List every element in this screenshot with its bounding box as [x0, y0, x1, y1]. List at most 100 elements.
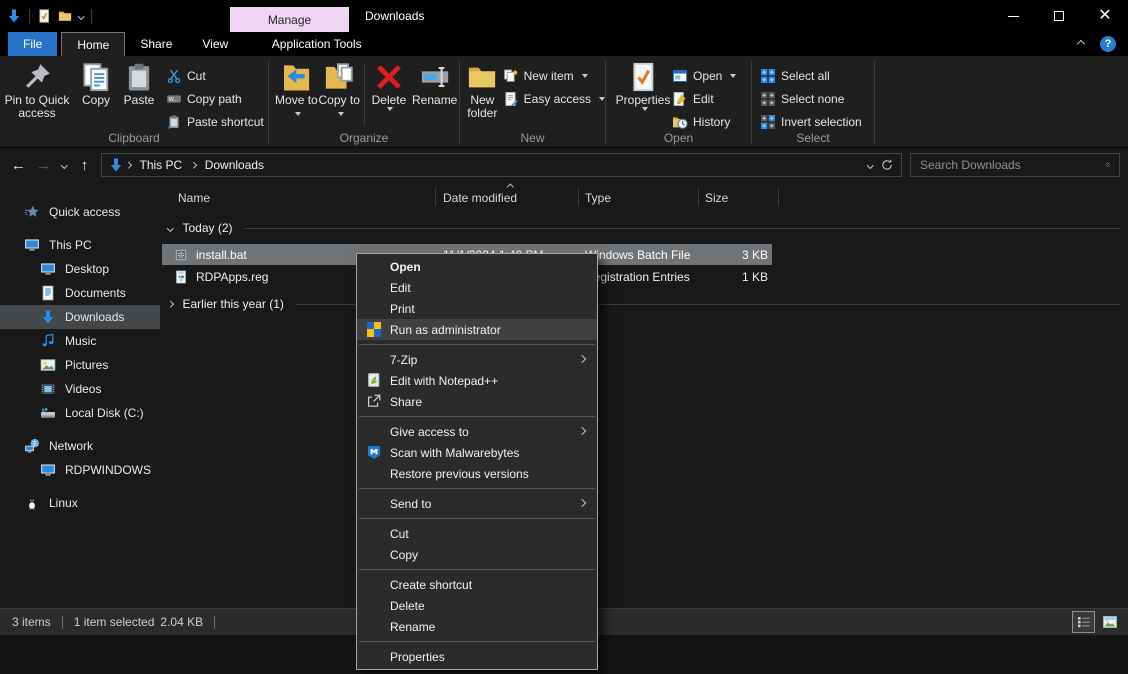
column-divider[interactable]	[578, 188, 579, 206]
registry-file-icon	[174, 270, 188, 284]
sidebar-item-label: Linux	[49, 496, 78, 510]
column-header-type[interactable]: Type	[585, 191, 611, 205]
sidebar-item-local-disk-c[interactable]: Local Disk (C:)	[0, 401, 160, 425]
collapse-ribbon-icon[interactable]	[1077, 40, 1085, 48]
paste-label: Paste	[124, 94, 155, 107]
sidebar-item-network[interactable]: Network	[0, 434, 160, 458]
group-header-today[interactable]: Today (2)	[160, 218, 1120, 238]
group-collapse-icon[interactable]	[167, 225, 173, 231]
invert-selection-button[interactable]: Invert selection	[760, 111, 862, 133]
menu-item-scan-with-malwarebytes[interactable]: Scan with Malwarebytes	[357, 442, 597, 463]
qat-customize-chevron-icon[interactable]	[78, 13, 84, 19]
group-expand-icon[interactable]	[167, 301, 173, 307]
menu-item-open[interactable]: Open	[357, 256, 597, 277]
search-input[interactable]	[911, 158, 1105, 172]
tab-home[interactable]: Home	[61, 32, 125, 56]
cut-button[interactable]: Cut	[166, 65, 264, 87]
copy-to-icon	[324, 62, 354, 92]
sidebar-item-linux[interactable]: Linux	[0, 491, 160, 515]
breadcrumb-downloads[interactable]: Downloads	[198, 158, 271, 172]
tab-view[interactable]: View	[187, 32, 243, 56]
up-button[interactable]: ↑	[72, 153, 97, 177]
ribbon-group-select: Select all Select none Invert selection …	[752, 56, 874, 147]
select-all-button[interactable]: Select all	[760, 65, 862, 87]
sidebar-item-music[interactable]: Music	[0, 329, 160, 353]
file-type: Registration Entries	[585, 266, 690, 287]
videos-icon	[40, 381, 56, 397]
back-arrow-icon: ←	[11, 157, 26, 174]
menu-item-edit-with-notepadpp[interactable]: Edit with Notepad++	[357, 370, 597, 391]
ribbon-tab-row: File Home Share View Application Tools ?	[0, 32, 1128, 56]
menu-item-create-shortcut[interactable]: Create shortcut	[357, 574, 597, 595]
address-dropdown-icon[interactable]	[867, 162, 873, 168]
tab-file[interactable]: File	[8, 32, 57, 56]
sidebar-item-label: Quick access	[49, 205, 120, 219]
qat-new-folder-icon[interactable]	[58, 9, 72, 23]
sidebar-item-rdpwindows[interactable]: RDPWINDOWS	[0, 458, 160, 482]
breadcrumb-this-pc[interactable]: This PC	[133, 158, 190, 172]
details-view-button[interactable]	[1072, 611, 1095, 633]
menu-item-run-as-administrator[interactable]: Run as administrator	[357, 319, 597, 340]
menu-item-7zip[interactable]: 7-Zip	[357, 349, 597, 370]
sidebar-item-this-pc[interactable]: This PC	[0, 233, 160, 257]
new-item-label: New item	[524, 69, 574, 83]
menu-item-give-access-to[interactable]: Give access to	[357, 421, 597, 442]
paste-shortcut-label: Paste shortcut	[187, 115, 264, 129]
menu-item-restore-previous-versions[interactable]: Restore previous versions	[357, 463, 597, 484]
recent-locations-button[interactable]	[56, 163, 72, 168]
manage-contextual-tab-header[interactable]: Manage	[230, 7, 349, 32]
history-button[interactable]: History	[672, 111, 736, 133]
column-header-name[interactable]: Name	[178, 191, 210, 205]
pictures-icon	[40, 357, 56, 373]
sidebar-item-videos[interactable]: Videos	[0, 377, 160, 401]
menu-item-print[interactable]: Print	[357, 298, 597, 319]
menu-item-rename[interactable]: Rename	[357, 616, 597, 637]
large-icons-view-button[interactable]	[1098, 611, 1121, 633]
menu-item-copy[interactable]: Copy	[357, 544, 597, 565]
address-bar[interactable]: This PC Downloads	[101, 153, 902, 177]
sidebar-item-quick-access[interactable]: Quick access	[0, 200, 160, 224]
sidebar-item-documents[interactable]: Documents	[0, 281, 160, 305]
column-divider[interactable]	[435, 188, 436, 206]
column-header-size[interactable]: Size	[705, 191, 728, 205]
column-divider[interactable]	[698, 188, 699, 206]
menu-item-properties[interactable]: Properties	[357, 646, 597, 667]
menu-item-cut[interactable]: Cut	[357, 523, 597, 544]
maximize-button[interactable]	[1036, 0, 1082, 32]
select-none-button[interactable]: Select none	[760, 88, 862, 110]
column-header-date-modified[interactable]: Date modified	[443, 191, 517, 205]
forward-button[interactable]: →	[31, 153, 56, 177]
edit-button[interactable]: Edit	[672, 88, 736, 110]
tab-application-tools[interactable]: Application Tools	[257, 32, 376, 56]
tab-share[interactable]: Share	[125, 32, 187, 56]
minimize-button[interactable]	[990, 0, 1036, 32]
open-button[interactable]: Open	[672, 65, 736, 87]
breadcrumb-chevron-icon[interactable]	[125, 162, 131, 168]
menu-item-label: Scan with Malwarebytes	[390, 446, 519, 460]
menu-item-edit[interactable]: Edit	[357, 277, 597, 298]
back-button[interactable]: ←	[6, 153, 31, 177]
refresh-icon[interactable]	[880, 158, 894, 172]
sidebar-item-downloads[interactable]: Downloads	[0, 305, 160, 329]
new-item-button[interactable]: New item	[503, 65, 605, 87]
copy-path-button[interactable]: Copy path	[166, 88, 264, 110]
delete-label: Delete	[372, 94, 407, 107]
menu-item-delete[interactable]: Delete	[357, 595, 597, 616]
app-downloads-icon	[6, 8, 22, 24]
column-divider[interactable]	[778, 188, 779, 206]
close-button[interactable]: ✕	[1082, 0, 1128, 32]
menu-item-send-to[interactable]: Send to	[357, 493, 597, 514]
sidebar-item-desktop[interactable]: Desktop	[0, 257, 160, 281]
sidebar-item-pictures[interactable]: Pictures	[0, 353, 160, 377]
breadcrumb-chevron-icon[interactable]	[190, 162, 196, 168]
group-header-earlier-this-year[interactable]: Earlier this year (1)	[160, 294, 1120, 314]
open-label: Open	[693, 69, 722, 83]
paste-shortcut-button[interactable]: Paste shortcut	[166, 111, 264, 133]
search-icon[interactable]	[1105, 158, 1119, 172]
easy-access-button[interactable]: Easy access	[503, 88, 605, 110]
help-icon[interactable]: ?	[1100, 36, 1116, 52]
file-list: Name Date modified Type Size Today (2) i…	[160, 182, 1128, 608]
qat-properties-icon[interactable]	[37, 9, 51, 23]
search-box[interactable]	[910, 153, 1120, 177]
menu-item-share[interactable]: Share	[357, 391, 597, 412]
